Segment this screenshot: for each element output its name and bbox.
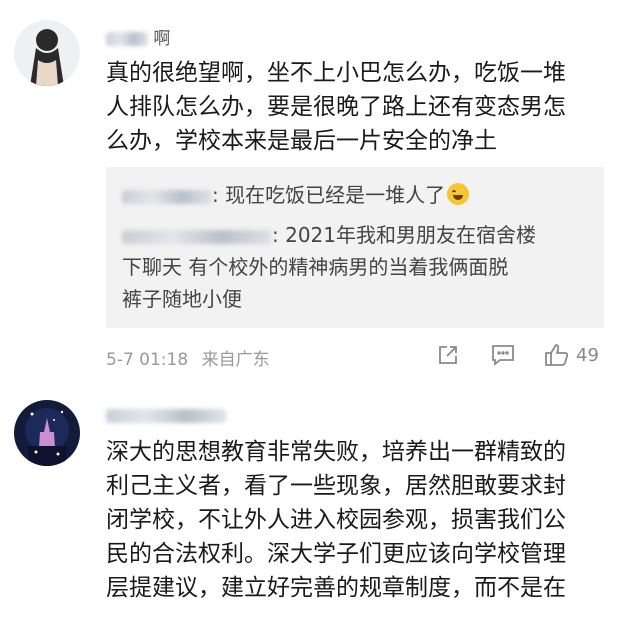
reply-line: 裤子随地小便 bbox=[122, 287, 242, 311]
comment-icon bbox=[492, 345, 514, 366]
avatar[interactable] bbox=[14, 20, 80, 86]
blurred-name bbox=[106, 409, 226, 423]
comment-line: 人排队怎么办，要是很晚了路上还有变态男怎 bbox=[106, 94, 566, 120]
comment-text: 深大的思想教育非常失败，培养出一群精致的 利己主义者，看了一些现象，居然胆敢要求… bbox=[106, 435, 566, 605]
reply-line: 下聊天 有个校外的精神病男的当着我俩面脱 bbox=[122, 255, 509, 279]
comment-item: 啊 真的很绝望啊，坐不上小巴怎么办，吃饭一堆 人排队怎么办，要是很晚了路上还有变… bbox=[0, 0, 640, 390]
blurred-reply-name bbox=[122, 229, 272, 244]
comment-line: 层提建议，建立好完善的规章制度，而不是在 bbox=[106, 575, 566, 601]
reply-box[interactable]: : 现在吃饭已经是一堆人了 : 2021年我和男朋友在宿舍楼 下聊天 有个校外的… bbox=[106, 167, 604, 328]
reply-item[interactable]: : 现在吃饭已经是一堆人了 bbox=[122, 179, 470, 211]
share-button[interactable] bbox=[436, 343, 460, 367]
blurred-name bbox=[106, 32, 148, 46]
comment-button[interactable] bbox=[490, 343, 516, 367]
comment-line: 真的很绝望啊，坐不上小巴怎么办，吃饭一堆 bbox=[106, 60, 566, 86]
comment-meta: 5-7 01:18 来自广东 bbox=[106, 345, 270, 370]
thumbs-up-icon bbox=[545, 344, 569, 366]
timestamp: 5-7 01:18 bbox=[106, 350, 189, 370]
location: 来自广东 bbox=[201, 350, 270, 370]
comment-text: 真的很绝望啊，坐不上小巴怎么办，吃饭一堆 人排队怎么办，要是很晚了路上还有变态男… bbox=[106, 56, 566, 158]
like-count: 49 bbox=[576, 344, 599, 366]
blurred-reply-name bbox=[122, 189, 212, 204]
comment-line: 么办，学校本来是最后一片安全的净土 bbox=[106, 128, 497, 154]
comment-line: 民的合法权利。深大学子们更应该向学校管理 bbox=[106, 541, 566, 567]
like-button[interactable]: 49 bbox=[544, 342, 599, 368]
avatar[interactable] bbox=[14, 400, 80, 466]
reply-item[interactable]: : 2021年我和男朋友在宿舍楼 bbox=[122, 219, 536, 251]
laughing-emoji-icon bbox=[447, 183, 470, 205]
comment-line: 闭学校，不让外人进入校园参观，损害我们公 bbox=[106, 507, 566, 533]
share-icon bbox=[439, 346, 457, 364]
username[interactable] bbox=[106, 406, 226, 426]
comment-line: 深大的思想教育非常失败，培养出一群精致的 bbox=[106, 439, 566, 465]
comment-item: 深大的思想教育非常失败，培养出一群精致的 利己主义者，看了一些现象，居然胆敢要求… bbox=[0, 390, 640, 622]
username[interactable]: 啊 bbox=[106, 24, 170, 49]
comment-line: 利己主义者，看了一些现象，居然胆敢要求封 bbox=[106, 473, 566, 499]
